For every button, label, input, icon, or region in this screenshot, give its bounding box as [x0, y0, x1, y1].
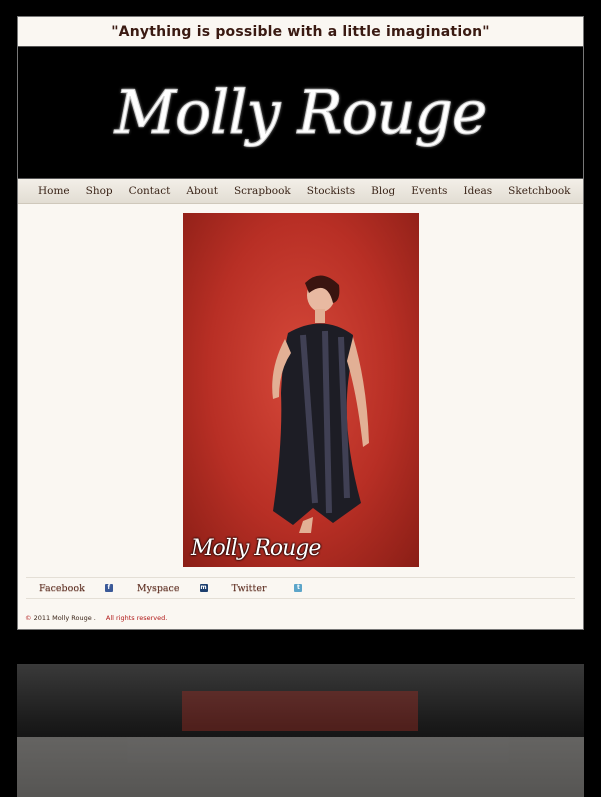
- page-reflection: [17, 664, 584, 797]
- myspace-label[interactable]: Myspace: [137, 583, 180, 594]
- nav-ideas[interactable]: Ideas: [463, 185, 492, 197]
- footer: © 2011 Molly Rouge . All rights reserved.: [25, 614, 167, 622]
- nav-contact[interactable]: Contact: [129, 185, 171, 197]
- hero-photo: Molly Rouge: [183, 213, 419, 567]
- nav-blog[interactable]: Blog: [371, 185, 395, 197]
- nav-home[interactable]: Home: [38, 185, 70, 197]
- social-twitter[interactable]: Twitter t: [232, 583, 303, 594]
- reflection-footer-band: [17, 737, 584, 797]
- nav-events[interactable]: Events: [411, 185, 447, 197]
- reflection-content: [17, 664, 584, 797]
- nav-shop[interactable]: Shop: [86, 185, 113, 197]
- reflection-photo: [182, 691, 418, 731]
- header-banner: Molly Rouge: [18, 46, 583, 179]
- nav-about[interactable]: About: [186, 185, 218, 197]
- social-links: Facebook f Myspace m Twitter t: [26, 577, 575, 599]
- facebook-icon[interactable]: f: [104, 584, 113, 592]
- photo-watermark: Molly Rouge: [191, 536, 321, 561]
- social-myspace[interactable]: Myspace m: [137, 583, 208, 594]
- social-facebook[interactable]: Facebook f: [39, 583, 113, 594]
- facebook-label[interactable]: Facebook: [39, 583, 85, 594]
- myspace-icon[interactable]: m: [199, 584, 208, 592]
- main-content: Molly Rouge: [18, 204, 583, 574]
- nav-scrapbook[interactable]: Scrapbook: [234, 185, 291, 197]
- nav-sketchbook[interactable]: Sketchbook: [508, 185, 570, 197]
- site-logo[interactable]: Molly Rouge: [114, 77, 488, 148]
- rights-text: All rights reserved.: [105, 614, 168, 622]
- twitter-label[interactable]: Twitter: [232, 583, 267, 594]
- tagline: "Anything is possible with a little imag…: [111, 24, 490, 40]
- page-frame: "Anything is possible with a little imag…: [17, 16, 584, 630]
- model-figure: [272, 275, 369, 533]
- copyright-owner: 2011 Molly Rouge .: [31, 614, 96, 622]
- nav-stockists[interactable]: Stockists: [307, 185, 355, 197]
- twitter-icon[interactable]: t: [294, 584, 303, 592]
- main-nav: Home Shop Contact About Scrapbook Stocki…: [18, 179, 583, 204]
